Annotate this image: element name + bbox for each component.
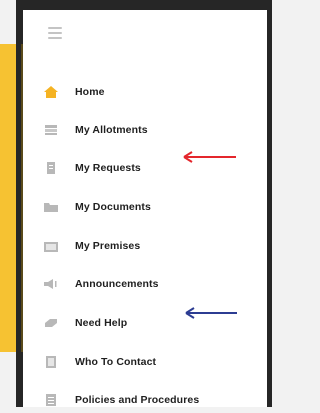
folder-icon <box>44 201 58 213</box>
sidebar-item-label: My Documents <box>75 201 151 213</box>
premises-icon <box>44 240 58 252</box>
sidebar-item-label: Need Help <box>75 317 128 329</box>
sidebar-item-my-documents[interactable]: My Documents <box>23 194 267 220</box>
allotments-icon <box>44 124 58 136</box>
sidebar-item-my-premises[interactable]: My Premises <box>23 233 267 259</box>
sidebar-menu: Home My Allotments My Requests My Docume… <box>23 10 267 407</box>
sidebar-item-label: Who To Contact <box>75 356 157 368</box>
sidebar-item-label: Home <box>75 86 105 98</box>
sidebar-item-my-allotments[interactable]: My Allotments <box>23 117 267 143</box>
blue-arrow-annotation <box>185 307 237 319</box>
help-icon <box>44 317 58 329</box>
policies-icon <box>44 394 58 406</box>
sidebar-item-announcements[interactable]: Announcements <box>23 271 267 297</box>
sidebar-item-label: My Premises <box>75 240 141 252</box>
megaphone-icon <box>44 278 58 290</box>
sidebar-item-label: Policies and Procedures <box>75 394 200 406</box>
sidebar-item-label: My Requests <box>75 162 141 174</box>
sidebar-item-label: Announcements <box>75 278 159 290</box>
sidebar-item-label: My Allotments <box>75 124 148 136</box>
requests-icon <box>44 162 58 174</box>
sidebar-item-policies-and-procedures[interactable]: Policies and Procedures <box>23 387 267 413</box>
hamburger-menu-icon[interactable] <box>48 27 62 39</box>
red-arrow-annotation <box>183 151 236 163</box>
home-icon <box>44 86 58 98</box>
sidebar-item-home[interactable]: Home <box>23 79 267 105</box>
sidebar-item-who-to-contact[interactable]: Who To Contact <box>23 349 267 375</box>
contact-icon <box>44 356 58 368</box>
